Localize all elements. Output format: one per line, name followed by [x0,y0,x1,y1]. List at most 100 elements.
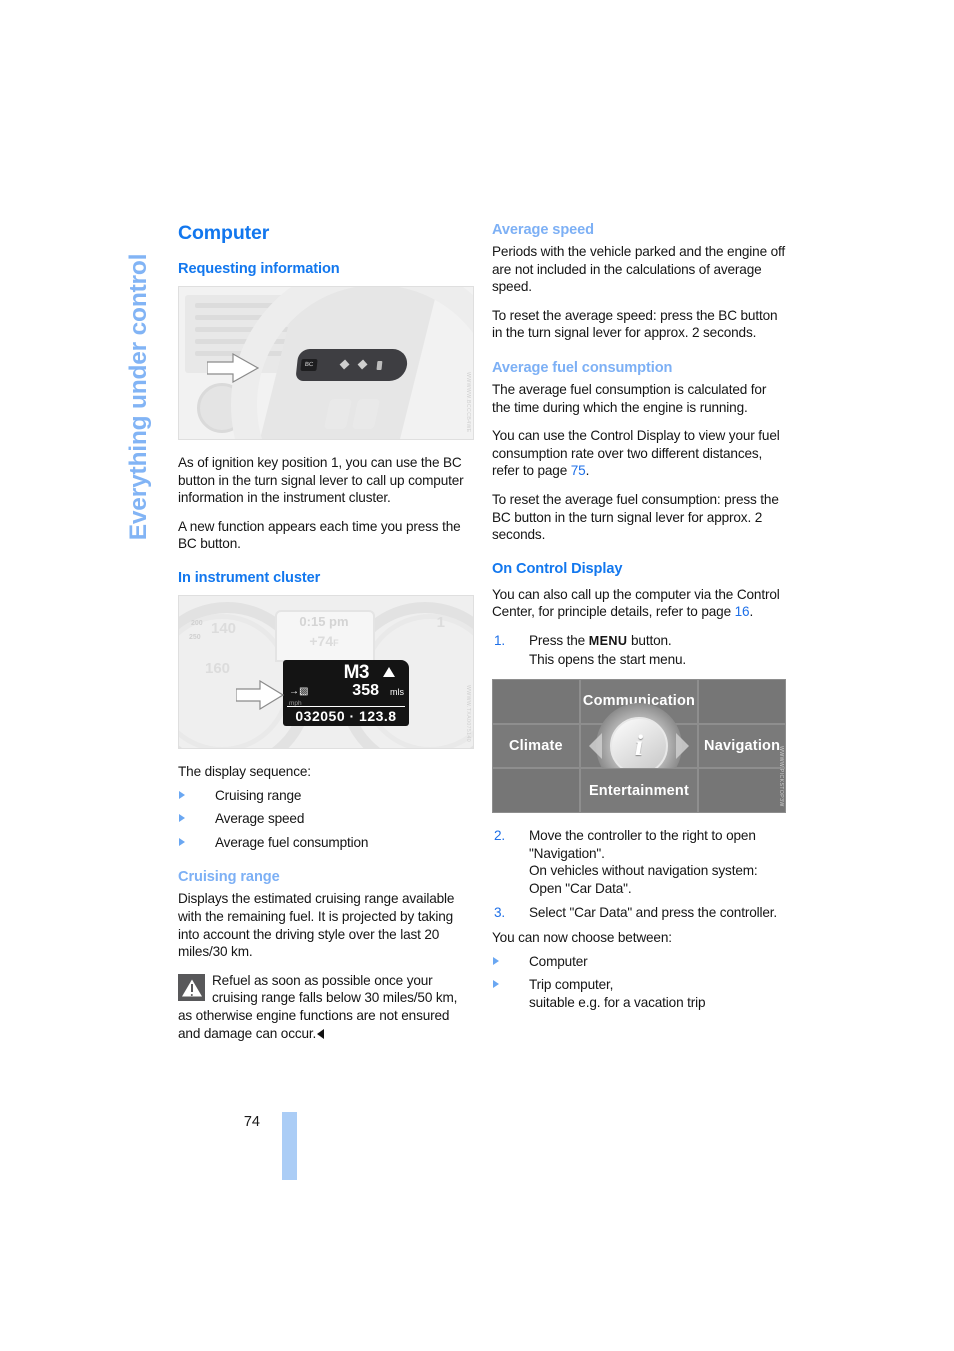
display-sequence-list: Cruising range Average speed Average fue… [178,787,474,852]
rpm-tick-1: 1 [436,613,445,631]
warning-triangle-icon [178,973,205,1001]
list-item-label: Average speed [215,811,305,827]
step-text-line1: Move the controller to the right to open… [529,828,756,861]
paragraph-average-speed-2: To reset the average speed: press the BC… [492,307,778,341]
paragraph-new-function: A new function appears each time you pre… [178,518,461,552]
menu-item-navigation[interactable]: Navigation [698,723,786,769]
manual-page: Everything under control Computer Reques… [0,0,954,1351]
list-item: Computer [492,953,788,971]
step-number: 1. [494,632,506,648]
menu-item-label: Navigation [704,738,781,755]
figure-credit: WWWW.PICKSTOP3W [778,746,784,808]
temperature-unit: F [333,637,339,648]
start-menu-grid: Communication Climate i Navigation Enter… [492,679,786,814]
figure-start-menu: Communication Climate i Navigation Enter… [492,679,786,814]
speed-tick-200: 200 [191,619,203,627]
list-item-label: Cruising range [215,787,302,803]
menu-cell-bottom-left [492,768,580,814]
page-number: 74 [243,1114,260,1130]
bullet-triangle-icon [179,814,185,823]
warning-note: Refuel as soon as possible once your cru… [178,972,474,1042]
list-item: Average speed [178,810,474,828]
turn-signal-stalk: BC [295,349,409,381]
cluster-temperature: +74F [279,633,369,649]
paragraph-text: You can use the Control Display to view … [492,428,780,479]
page-title: Computer [178,222,270,244]
paragraph-average-fuel-3: To reset the average fuel consumption: p… [492,491,779,543]
temperature-value: +74 [309,632,334,649]
figure-instrument-cluster: 200 250 140 160 1 0:15 pm +74F M3 →▧ 358… [178,594,474,749]
callout-arrow-icon [207,353,259,383]
control-display-steps-part-1: 1. Press the MENU button. This opens the… [492,632,788,668]
page-reference-link-16[interactable]: 16 [735,604,750,619]
choices-list: Computer Trip computer, suitable e.g. fo… [492,953,788,1012]
paragraph-average-speed-1: Periods with the vehicle parked and the … [492,244,786,295]
list-item-label: Trip computer, suitable e.g. for a vacat… [529,977,706,1010]
control-display-steps-part-2: 2. Move the controller to the right to o… [492,827,788,922]
list-item-step-2: 2. Move the controller to the right to o… [492,827,788,897]
menu-center-controller[interactable]: i [579,703,699,790]
heading-requesting-information: Requesting information [178,261,340,277]
list-item-label: Computer [529,953,588,969]
page-reference-link-75[interactable]: 75 [571,463,586,478]
lcd-divider [287,705,405,707]
step-text-line2: This opens the start menu. [529,651,687,667]
list-item: Cruising range [178,787,474,805]
menu-cell-bottom-right [698,768,786,814]
paragraph-text-end: . [585,463,590,479]
cluster-lcd-panel: M3 →▧ 358 mls mph 032050 · 123.8 [283,659,409,726]
chevron-left-icon [588,733,602,760]
paragraph-average-fuel-1: The average fuel consumption is calculat… [492,381,767,415]
speed-tick-250: 250 [189,633,201,641]
list-item-step-1: 1. Press the MENU button. This opens the… [492,632,788,668]
chapter-tab: Everything under control [118,222,160,572]
lcd-cruising-range-value: 358 [352,681,379,699]
list-item: Average fuel consumption [178,834,474,852]
note-end-marker-icon [317,1028,325,1039]
paragraph-ignition-key: As of ignition key position 1, you can u… [178,455,464,506]
chapter-tab-label: Everything under control [125,253,152,541]
page-footer: 74 [178,1106,318,1184]
speed-tick-160: 160 [205,659,231,677]
step-text: Select "Car Data" and press the controll… [529,905,778,921]
menu-item-climate[interactable]: Climate [492,723,580,769]
callout-arrow-icon [236,679,284,710]
left-column: Computer Requesting information BC WWWWW… [178,222,474,1042]
right-column: Average speed Periods with the vehicle p… [492,222,788,1017]
lcd-warning-triangle-icon [383,666,395,677]
figure-credit: WWWWW.BCCCB4WE [465,372,471,433]
menu-item-entertainment[interactable]: Entertainment [579,768,699,814]
figure-credit: WWWW.TXA0075140 [465,684,471,742]
lcd-odometer: 032050 · 123.8 [295,707,397,724]
list-item-step-3: 3. Select "Car Data" and press the contr… [492,904,788,922]
paragraph-text-end: . [749,604,754,620]
bullet-triangle-icon [493,980,499,989]
info-icon: i [634,729,644,763]
menu-item-label: Entertainment [588,782,690,799]
menu-item-label: Climate [508,738,563,755]
step-text-pre: Press the [529,632,589,648]
figure-turn-signal-lever: BC WWWWW.BCCCB4WE [178,286,474,440]
paragraph-average-fuel-2: You can use the Control Display to view … [492,427,788,480]
list-item: Trip computer, suitable e.g. for a vacat… [492,976,788,1011]
paragraph-cruising-range: Displays the estimated cruising range av… [178,891,455,960]
bullet-triangle-icon [493,956,499,965]
heading-average-fuel-consumption: Average fuel consumption [492,359,673,376]
heading-in-instrument-cluster: In instrument cluster [178,569,321,586]
bc-button: BC [300,359,318,371]
lcd-cruising-range-unit: mls [390,686,404,697]
menu-cell-top-right [698,679,786,724]
menu-key-label: MENU [588,633,628,648]
paragraph-choose-between: You can now choose between: [492,930,672,946]
warning-note-text: Refuel as soon as possible once your cru… [178,972,474,1042]
heading-average-speed: Average speed [492,222,594,238]
paragraph-control-display-intro: You can also call up the computer via th… [492,586,788,621]
fuel-pump-icon: →▧ [289,685,309,697]
step-text-post: button. [627,632,672,648]
step-text-line3: Open "Car Data". [529,880,632,896]
step-number: 2. [494,828,506,844]
speed-tick-140: 140 [211,619,237,637]
list-item-label: Average fuel consumption [215,834,369,850]
heading-cruising-range: Cruising range [178,869,280,886]
page-edge-tab [282,1112,297,1180]
